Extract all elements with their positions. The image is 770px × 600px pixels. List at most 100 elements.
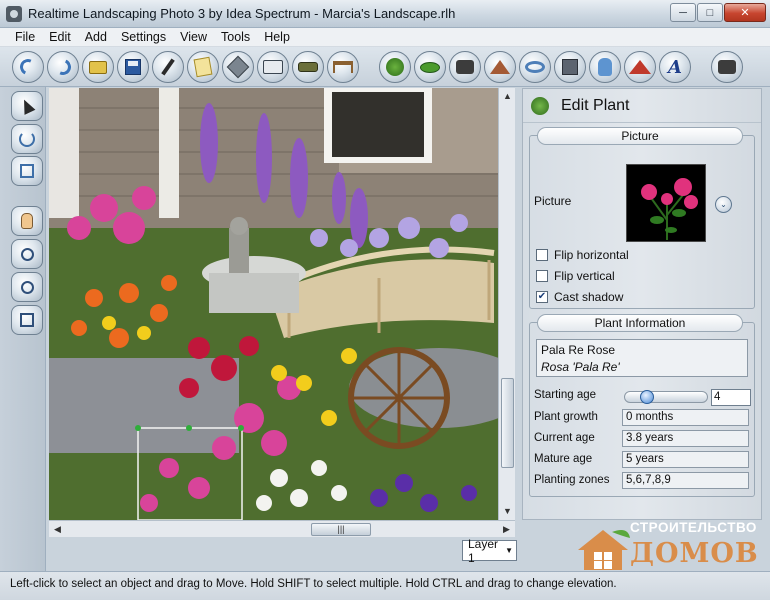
starting-age-input[interactable]: 4 [711, 389, 751, 406]
horizontal-scrollbar[interactable]: ◀ ||| ▶ [49, 520, 515, 537]
plant-common-name: Pala Re Rose [541, 343, 616, 357]
layer-value: Layer 1 [468, 536, 499, 565]
flip-vertical-checkbox[interactable] [536, 270, 548, 282]
close-button[interactable]: ✕ [724, 3, 766, 22]
chevron-down-icon: ▼ [505, 546, 513, 555]
planting-zones-value: 5,6,7,8,9 [622, 472, 749, 489]
shape-button[interactable] [222, 51, 254, 83]
diamond-icon [226, 55, 250, 79]
disk-icon [125, 59, 141, 75]
app-icon [6, 5, 22, 22]
flip-vertical-row[interactable]: Flip vertical [536, 269, 615, 283]
scroll-up-icon[interactable]: ▲ [499, 88, 516, 105]
zoom-window-tool[interactable] [11, 305, 43, 335]
scroll-left-icon[interactable]: ◀ [49, 521, 66, 538]
vertical-scrollbar[interactable]: ▲ ▼ [498, 88, 515, 520]
pen-icon [161, 58, 175, 76]
cast-shadow-row[interactable]: ✔ Cast shadow [536, 290, 623, 304]
scale-tool[interactable] [11, 156, 43, 186]
plant-information-section-label: Plant Information [537, 314, 743, 332]
arc-icon [17, 56, 39, 78]
zoom-fit-tool[interactable] [11, 272, 43, 302]
folder-icon [89, 60, 107, 74]
title-bar: Realtime Landscaping Photo 3 by Idea Spe… [0, 0, 770, 28]
picture-dropdown-button[interactable]: ⌄ [715, 196, 732, 213]
ring-icon [525, 61, 545, 73]
minimize-button[interactable]: ─ [670, 3, 696, 22]
flip-horizontal-row[interactable]: Flip horizontal [536, 248, 629, 262]
plant-picture[interactable] [626, 164, 706, 242]
status-text: Left-click to select an object and drag … [10, 578, 617, 590]
pad-button[interactable] [292, 51, 324, 83]
horizontal-scroll-thumb[interactable]: ||| [311, 523, 371, 536]
tool-strip [0, 87, 46, 571]
flip-horizontal-label: Flip horizontal [554, 248, 629, 262]
plant-icon [531, 96, 549, 115]
design-canvas[interactable] [49, 88, 498, 520]
open-folder-button[interactable] [82, 51, 114, 83]
window-controls: ─ □ ✕ [670, 3, 766, 22]
plant-scientific-name: Rosa 'Pala Re' [541, 360, 620, 374]
layer-dropdown[interactable]: Layer 1 ▼ [462, 537, 517, 565]
menu-file[interactable]: File [8, 30, 42, 44]
starting-age-slider[interactable] [624, 390, 708, 404]
rotate-icon [19, 131, 35, 147]
box-icon [562, 59, 578, 75]
menu-settings[interactable]: Settings [114, 30, 173, 44]
save-button[interactable] [117, 51, 149, 83]
rose-image [641, 178, 698, 240]
planting-zones-label: Planting zones [534, 474, 610, 486]
menu-view[interactable]: View [173, 30, 214, 44]
rotate-tool[interactable] [11, 124, 43, 154]
zoom-tool[interactable] [11, 239, 43, 269]
vertical-scroll-thumb[interactable] [501, 378, 514, 468]
scroll-right-icon[interactable]: ▶ [498, 521, 515, 538]
add-terrain-button[interactable] [624, 51, 656, 83]
add-shrub-button[interactable] [414, 51, 446, 83]
menu-edit[interactable]: Edit [42, 30, 78, 44]
maximize-icon: □ [706, 6, 714, 19]
roof-icon [490, 60, 510, 74]
preview-button[interactable] [711, 51, 743, 83]
minimize-icon: ─ [679, 6, 687, 19]
watermark-line1: СТРОИТЕЛЬСТВО [630, 520, 757, 535]
mature-age-value: 5 years [622, 451, 749, 468]
camera-button[interactable] [449, 51, 481, 83]
text-icon: A [668, 56, 682, 78]
starting-age-label: Starting age [534, 389, 597, 401]
slider-knob[interactable] [640, 390, 654, 404]
add-plant-button[interactable] [379, 51, 411, 83]
menu-tools[interactable]: Tools [214, 30, 257, 44]
menu-add[interactable]: Add [78, 30, 114, 44]
flip-horizontal-checkbox[interactable] [536, 249, 548, 261]
add-object-button[interactable] [554, 51, 586, 83]
pan-tool[interactable] [11, 206, 43, 236]
hand-icon [21, 213, 33, 229]
status-bar: Left-click to select an object and drag … [0, 571, 770, 600]
scroll-down-icon[interactable]: ▼ [499, 503, 516, 520]
menu-help[interactable]: Help [257, 30, 297, 44]
print-button[interactable] [257, 51, 289, 83]
flip-vertical-label: Flip vertical [554, 269, 615, 283]
house-logo-icon [578, 530, 630, 570]
add-structure-button[interactable] [484, 51, 516, 83]
magnifier-square-icon [20, 313, 34, 327]
cast-shadow-checkbox[interactable]: ✔ [536, 291, 548, 303]
notes-button[interactable] [187, 51, 219, 83]
open-button[interactable] [47, 51, 79, 83]
add-fixture-button[interactable] [589, 51, 621, 83]
plant-information-group: Plant Information Pala Re Rose Rosa 'Pal… [529, 314, 755, 497]
add-edging-button[interactable] [519, 51, 551, 83]
picture-label: Picture [534, 194, 572, 208]
select-tool[interactable] [11, 91, 43, 121]
add-text-button[interactable]: A [659, 51, 691, 83]
camera-icon [718, 60, 736, 74]
draw-button[interactable] [152, 51, 184, 83]
plant-growth-value: 0 months [622, 409, 749, 426]
tree-icon [386, 58, 404, 76]
table-button[interactable] [327, 51, 359, 83]
printer-icon [263, 60, 283, 74]
maximize-button[interactable]: □ [697, 3, 723, 22]
cast-shadow-label: Cast shadow [554, 290, 624, 304]
new-project-button[interactable] [12, 51, 44, 83]
